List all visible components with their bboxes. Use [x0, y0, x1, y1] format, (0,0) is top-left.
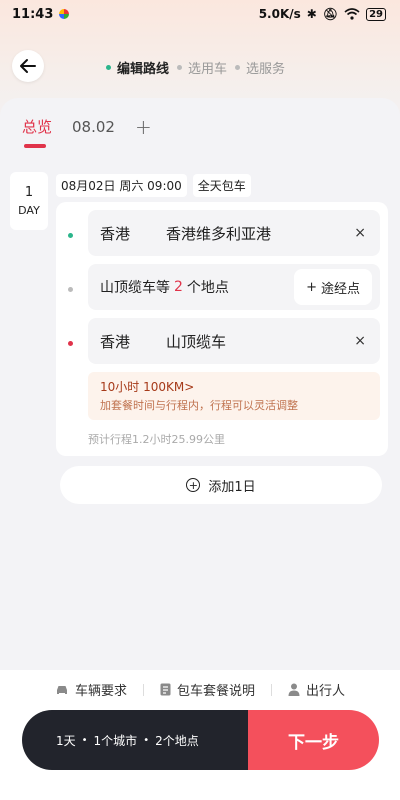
plus-circle-icon: +	[186, 478, 201, 492]
trip-estimate: 预计行程1.2小时25.99公里	[88, 433, 225, 446]
start-dot	[68, 233, 73, 238]
package-title-text: 10小时 100KM	[100, 380, 185, 394]
start-stop[interactable]: 香港 香港维多利亚港 ×	[88, 210, 380, 256]
nav-bar: 编辑路线 选用车 选服务	[0, 46, 400, 88]
link-label: 车辆要求	[74, 684, 127, 699]
tab-overview[interactable]: 总览	[22, 116, 52, 148]
person-icon	[288, 683, 300, 696]
bullet: •	[81, 734, 88, 746]
add-waypoint-label: 途经点	[320, 281, 360, 297]
stop-city: 香港	[100, 224, 131, 243]
add-tab-button[interactable]: +	[135, 117, 152, 137]
step-select-car: 选用车	[177, 58, 227, 77]
package-description-link[interactable]: 包车套餐说明	[160, 680, 255, 699]
travelers-link[interactable]: 出行人	[288, 680, 345, 699]
tab-day-0802[interactable]: 08.02	[72, 118, 115, 136]
back-button[interactable]	[12, 50, 44, 82]
add-day-button[interactable]: + 添加1日	[60, 466, 382, 504]
step-label: 编辑路线	[117, 62, 170, 77]
step-dot	[177, 65, 183, 70]
link-label: 出行人	[306, 684, 346, 699]
stop-place: 香港维多利亚港	[166, 224, 272, 243]
add-waypoint-button[interactable]: + 途经点	[294, 269, 372, 305]
via-summary-prefix: 山顶缆车等	[100, 280, 170, 296]
day-tabs: 总览 08.02 +	[22, 116, 152, 148]
vehicle-requirements-link[interactable]: 车辆要求	[55, 680, 127, 699]
step-label: 选用车	[188, 62, 228, 77]
step-edit-route: 编辑路线	[106, 58, 169, 77]
route-card: 香港 香港维多利亚港 × 山顶缆车等 2 个地点 + 途经点 香港 山顶缆车 ×…	[56, 202, 388, 456]
departure-datetime[interactable]: 08月02日 周六 09:00	[56, 174, 187, 197]
via-dot	[68, 287, 73, 292]
back-arrow-icon	[20, 59, 36, 73]
summary-cities: 1个城市	[93, 733, 138, 748]
link-label: 包车套餐说明	[176, 684, 255, 699]
package-box[interactable]: 10小时 100KM> 加套餐时间与行程内，行程可以灵活调整	[88, 372, 380, 420]
via-stops-row[interactable]: 山顶缆车等 2 个地点 + 途经点	[88, 264, 380, 310]
package-title: 10小时 100KM>	[100, 378, 368, 395]
stop-place: 山顶缆车	[166, 332, 227, 351]
summary-days: 1天	[56, 733, 76, 748]
status-bar: 11:43 5.0K/s ✱ 🔕︎ 29	[0, 0, 400, 28]
day-badge: 1 DAY	[10, 172, 48, 230]
end-dot	[68, 341, 73, 346]
status-time: 11:43	[12, 6, 54, 22]
step-dot	[106, 65, 111, 70]
mute-icon: 🔕︎	[322, 7, 339, 21]
stop-city: 香港	[100, 332, 131, 351]
network-speed: 5.0K/s	[258, 7, 301, 21]
via-summary-suffix: 个地点	[186, 280, 229, 296]
via-count: 2	[174, 279, 183, 295]
trip-summary: 1天 • 1个城市 • 2个地点	[22, 710, 248, 770]
day-unit: DAY	[18, 204, 40, 217]
divider	[271, 683, 272, 696]
step-indicator: 编辑路线 选用车 选服务	[106, 58, 285, 77]
info-links: 车辆要求 包车套餐说明 出行人	[0, 680, 400, 699]
document-icon	[160, 683, 171, 696]
add-day-label: 添加1日	[208, 479, 256, 495]
itinerary-sheet: 总览 08.02 + 1 DAY 08月02日 周六 09:00 全天包车 香港…	[0, 98, 400, 670]
step-select-service: 选服务	[235, 58, 285, 77]
bullet: •	[143, 734, 150, 746]
divider	[142, 683, 144, 696]
wifi-icon	[344, 8, 360, 20]
chevron-right-icon: >	[184, 380, 195, 394]
app-notification-icon	[59, 9, 70, 19]
car-icon	[56, 685, 67, 694]
battery-indicator: 29	[366, 7, 386, 21]
end-stop[interactable]: 香港 山顶缆车 ×	[88, 318, 380, 364]
step-dot	[235, 65, 241, 70]
package-subtitle: 加套餐时间与行程内，行程可以灵活调整	[100, 399, 298, 412]
cta-bar: 1天 • 1个城市 • 2个地点 下一步	[22, 710, 379, 770]
plus-icon: +	[306, 279, 317, 295]
bottom-bar: 车辆要求 包车套餐说明 出行人 1天 • 1个城市 • 2个地点 下一步	[0, 670, 400, 800]
next-step-button[interactable]: 下一步	[248, 710, 379, 770]
step-label: 选服务	[246, 62, 286, 77]
bluetooth-icon: ✱	[306, 7, 317, 21]
charter-type[interactable]: 全天包车	[192, 174, 251, 197]
day-number: 1	[24, 185, 34, 200]
day-info-row: 08月02日 周六 09:00 全天包车	[56, 174, 251, 197]
remove-end-button[interactable]: ×	[354, 333, 366, 349]
summary-places: 2个地点	[155, 733, 199, 748]
remove-start-button[interactable]: ×	[354, 225, 366, 241]
